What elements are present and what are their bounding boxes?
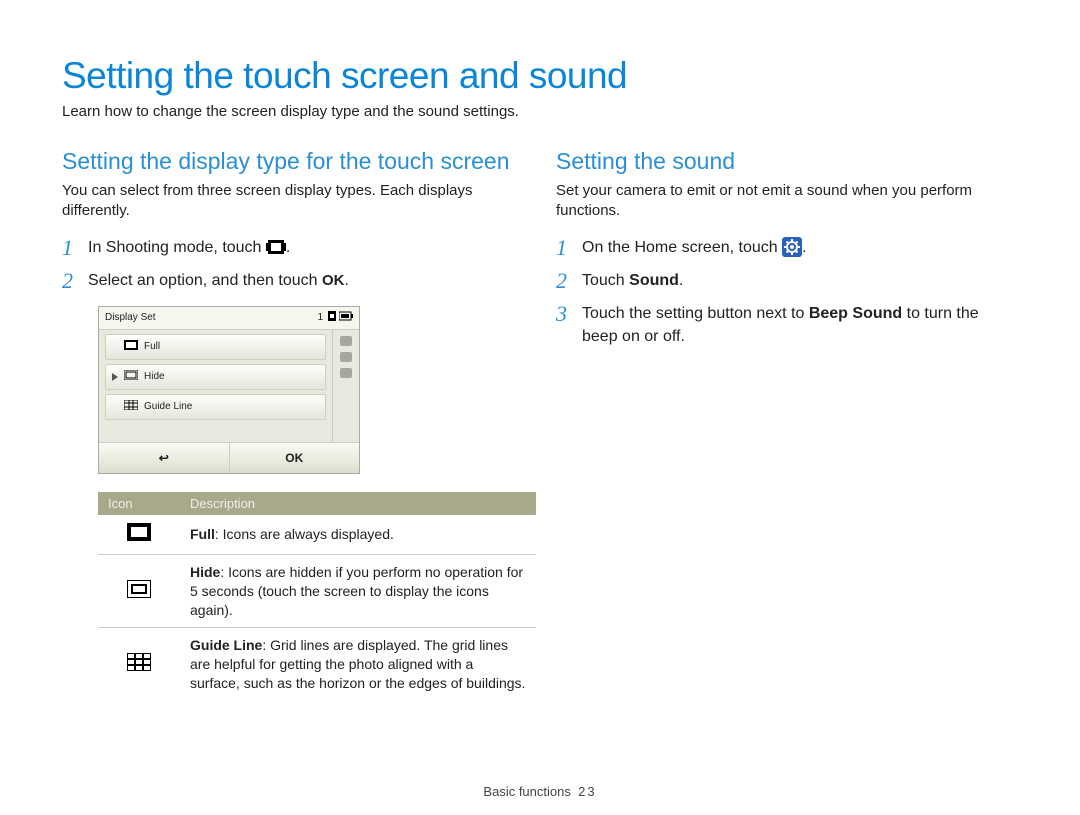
page-title: Setting the touch screen and sound [62,55,1018,97]
left-column: Setting the display type for the touch s… [62,148,524,701]
camera-options-list: Full Hide Guide Line [99,330,332,442]
footer-page-number: 23 [578,784,596,799]
table-desc: Guide Line: Grid lines are displayed. Th… [180,628,536,701]
option-label: Full [144,341,160,352]
ok-text-icon: OK [322,270,345,292]
left-desc: You can select from three screen display… [62,181,524,222]
step-text: In Shooting mode, touch [88,239,266,256]
step-tail: . [344,272,348,289]
step-bold: Sound [629,272,679,289]
back-icon: ↩ [159,451,169,465]
ok-label: OK [285,451,303,465]
full-icon [124,340,138,353]
table-row: Hide: Icons are hidden if you perform no… [98,554,536,628]
right-heading: Setting the sound [556,148,1018,175]
camera-ok-button[interactable]: OK [230,443,360,473]
step-tail: . [286,239,290,256]
camera-header-title: Display Set [105,312,317,323]
display-icon [266,240,286,254]
option-label: Hide [144,371,165,382]
step-text: Select an option, and then touch [88,272,322,289]
right-column: Setting the sound Set your camera to emi… [556,148,1018,701]
camera-back-button[interactable]: ↩ [99,443,230,473]
table-head-icon: Icon [98,492,180,515]
step-number: 2 [62,265,73,297]
camera-option-guideline[interactable]: Guide Line [105,394,326,420]
footer-section-name: Basic functions [483,784,570,799]
step-number: 1 [556,232,567,264]
table-desc: Hide: Icons are hidden if you perform no… [180,554,536,628]
camera-option-hide[interactable]: Hide [105,364,326,390]
camera-header-counter: 1 [317,312,323,323]
side-icon [340,368,352,378]
side-icon [340,352,352,362]
side-icon [340,336,352,346]
icon-description-table: Icon Description Full: Icons are always … [98,492,536,701]
step-tail: . [802,239,806,256]
content-columns: Setting the display type for the touch s… [62,148,1018,701]
full-icon [98,515,180,554]
camera-screenshot: Display Set 1 Full [98,306,360,474]
grid-icon [124,400,138,413]
option-label: Guide Line [144,401,192,412]
left-step-2: 2 Select an option, and then touch OK. [62,269,524,292]
camera-body: Full Hide Guide Line [99,330,359,442]
step-tail: . [679,272,683,289]
table-row: Full: Icons are always displayed. [98,515,536,554]
right-step-3: 3 Touch the setting button next to Beep … [556,302,1018,348]
table-head-desc: Description [180,492,536,515]
memory-icon [327,311,337,324]
step-number: 2 [556,265,567,297]
right-steps-list: 1 On the Home screen, touch . 2 Touch So… [556,236,1018,349]
left-steps-list: 1 In Shooting mode, touch . 2 Select an … [62,236,524,292]
battery-icon [339,311,353,324]
right-step-2: 2 Touch Sound. [556,269,1018,292]
page-intro: Learn how to change the screen display t… [62,103,1018,120]
left-step-1: 1 In Shooting mode, touch . [62,236,524,259]
camera-side-icons [332,330,359,442]
right-desc: Set your camera to emit or not emit a so… [556,181,1018,222]
right-step-1: 1 On the Home screen, touch . [556,236,1018,259]
camera-footer: ↩ OK [99,442,359,473]
step-text: Touch [582,272,629,289]
grid-icon [98,628,180,701]
step-number: 1 [62,232,73,264]
step-text: Touch the setting button next to [582,305,809,322]
camera-option-full[interactable]: Full [105,334,326,360]
step-text: On the Home screen, touch [582,239,782,256]
page-footer: Basic functions 23 [0,784,1080,799]
table-row: Guide Line: Grid lines are displayed. Th… [98,628,536,701]
step-bold: Beep Sound [809,305,902,322]
manual-page: Setting the touch screen and sound Learn… [0,0,1080,815]
hide-icon [98,554,180,628]
camera-header: Display Set 1 [99,307,359,330]
current-selection-icon [112,373,118,381]
table-desc: Full: Icons are always displayed. [180,515,536,554]
gear-icon [782,237,802,257]
hide-icon [124,370,138,383]
left-heading: Setting the display type for the touch s… [62,148,524,175]
step-number: 3 [556,298,567,330]
